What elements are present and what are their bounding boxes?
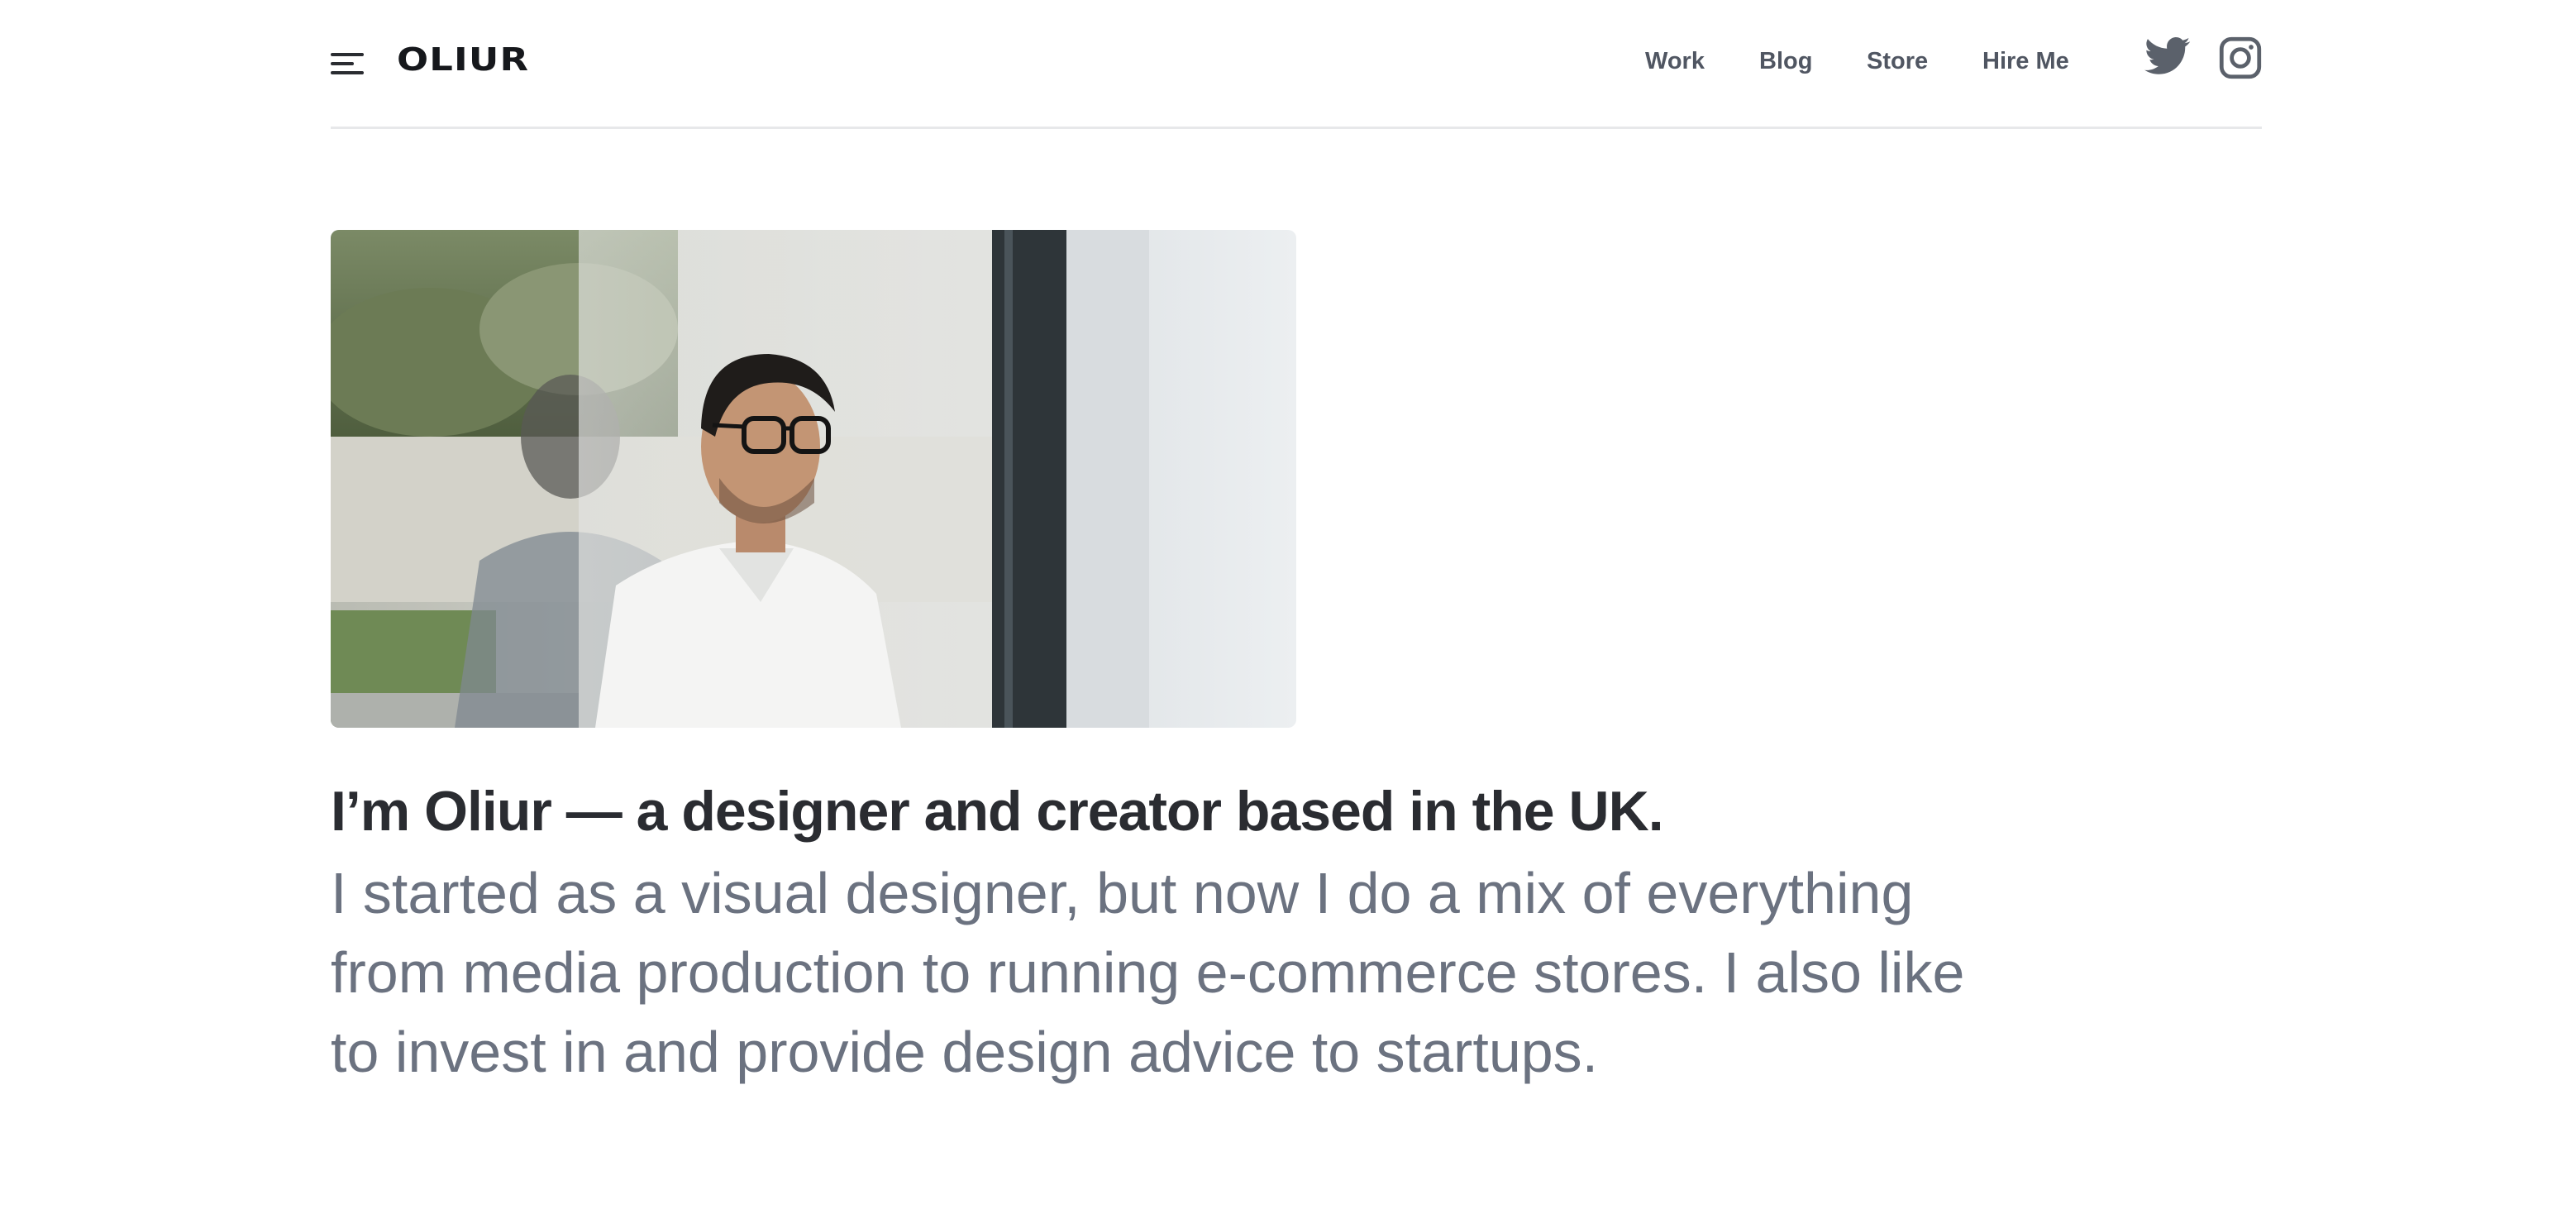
portrait-photo	[331, 230, 1296, 728]
hamburger-menu-icon[interactable]	[331, 51, 365, 76]
page: OLIUR Work Blog Store Hire Me I’m Oliur …	[0, 0, 2576, 1214]
site-header: OLIUR Work Blog Store Hire Me	[331, 0, 2262, 129]
nav-link-hire-me[interactable]: Hire Me	[1982, 48, 2069, 75]
nav-link-work[interactable]: Work	[1645, 48, 1705, 75]
twitter-icon[interactable]	[2144, 36, 2191, 78]
nav-link-blog[interactable]: Blog	[1759, 48, 1812, 75]
intro-paragraph: I started as a visual designer, but now …	[331, 861, 1965, 1084]
intro-heading: I’m Oliur — a designer and creator based…	[331, 780, 1664, 843]
site-logo[interactable]: OLIUR	[397, 41, 529, 78]
instagram-icon[interactable]	[2219, 36, 2262, 79]
nav-link-store[interactable]: Store	[1867, 48, 1928, 75]
